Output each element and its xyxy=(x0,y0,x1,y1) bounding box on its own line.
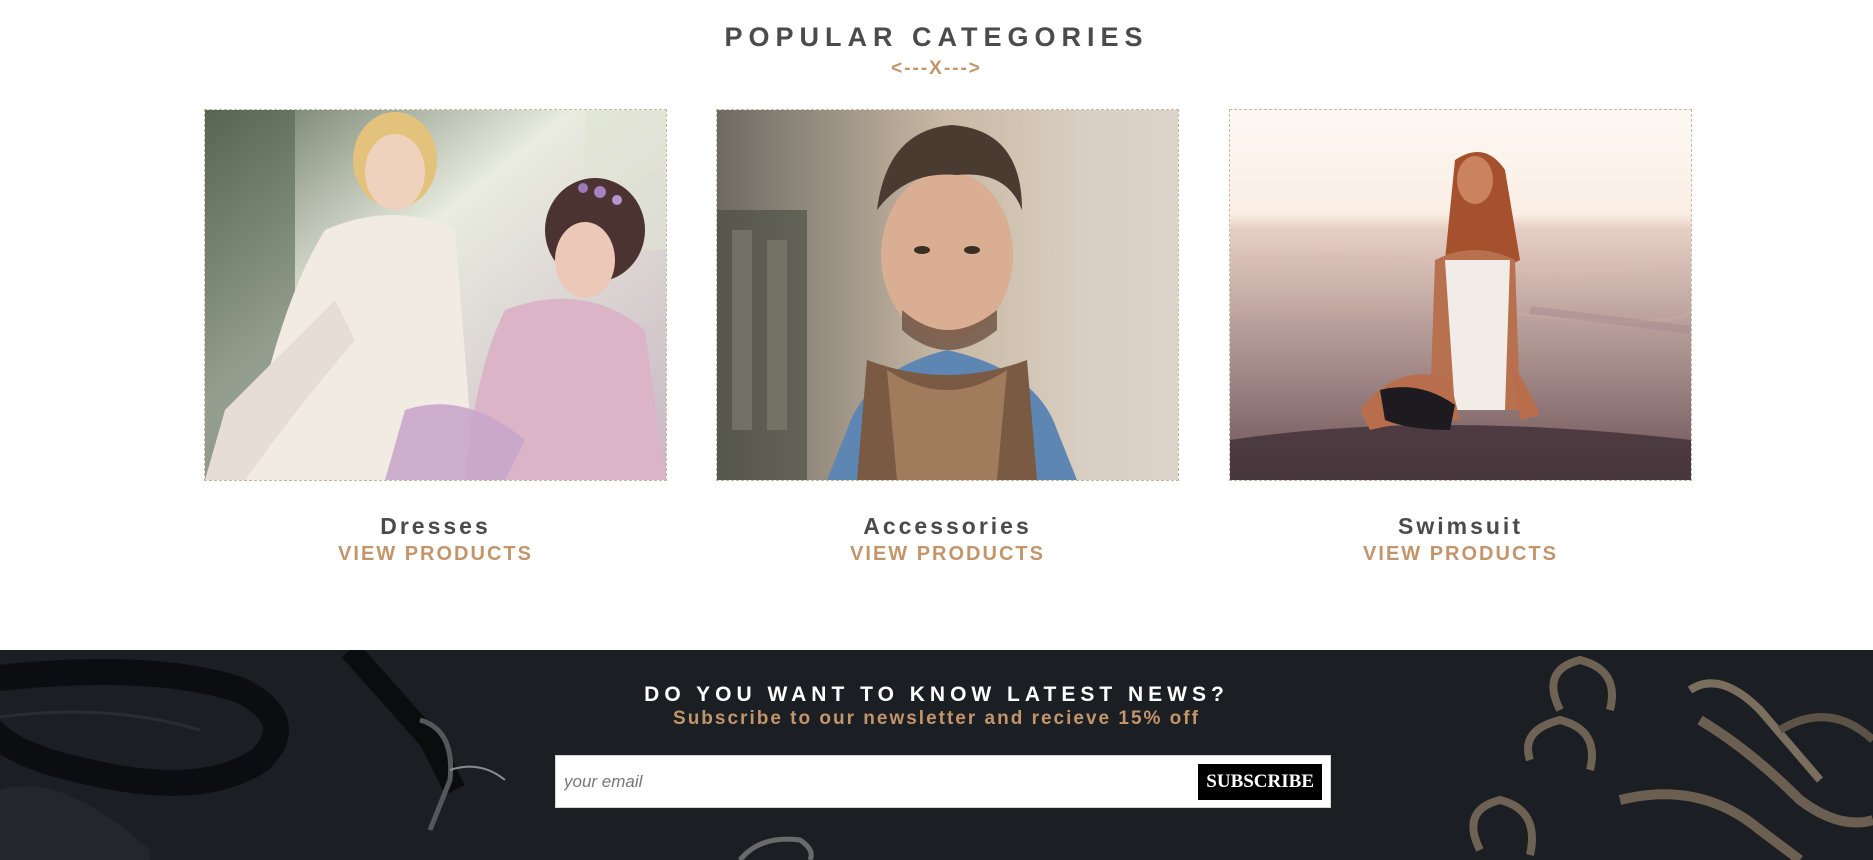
page: POPULAR CATEGORIES <---X---> Dresses VIE… xyxy=(0,0,1873,860)
category-name: Dresses xyxy=(380,513,491,539)
email-input[interactable] xyxy=(562,764,1146,800)
section-divider: <---X---> xyxy=(891,58,982,79)
newsletter-section: DO YOU WANT TO KNOW LATEST NEWS? Subscri… xyxy=(0,650,1873,860)
woman-in-swimsuit-at-sea-photo xyxy=(1230,110,1691,480)
man-with-scarf-photo xyxy=(717,110,1178,480)
category-name: Accessories xyxy=(863,513,1032,539)
category-image-dresses[interactable] xyxy=(204,109,667,481)
view-products-link[interactable]: VIEW PRODUCTS xyxy=(204,543,667,566)
category-image-accessories[interactable] xyxy=(716,109,1179,481)
newsletter-title: DO YOU WANT TO KNOW LATEST NEWS? xyxy=(644,683,1229,706)
newsletter-subtitle: Subscribe to our newsletter and recieve … xyxy=(673,708,1200,729)
section-title: POPULAR CATEGORIES xyxy=(724,22,1149,52)
subscribe-form: SUBSCRIBE xyxy=(555,755,1331,808)
category-card-dresses: Dresses VIEW PRODUCTS xyxy=(204,109,667,566)
category-image-swimsuit[interactable] xyxy=(1229,109,1692,481)
category-card-accessories: Accessories VIEW PRODUCTS xyxy=(716,109,1179,566)
subscribe-button[interactable]: SUBSCRIBE xyxy=(1198,764,1322,800)
popular-categories-section: POPULAR CATEGORIES <---X---> Dresses VIE… xyxy=(0,0,1873,650)
view-products-link[interactable]: VIEW PRODUCTS xyxy=(1229,543,1692,566)
category-card-swimsuit: Swimsuit VIEW PRODUCTS xyxy=(1229,109,1692,566)
category-name: Swimsuit xyxy=(1398,513,1523,539)
two-women-in-dresses-photo xyxy=(205,110,666,480)
view-products-link[interactable]: VIEW PRODUCTS xyxy=(716,543,1179,566)
